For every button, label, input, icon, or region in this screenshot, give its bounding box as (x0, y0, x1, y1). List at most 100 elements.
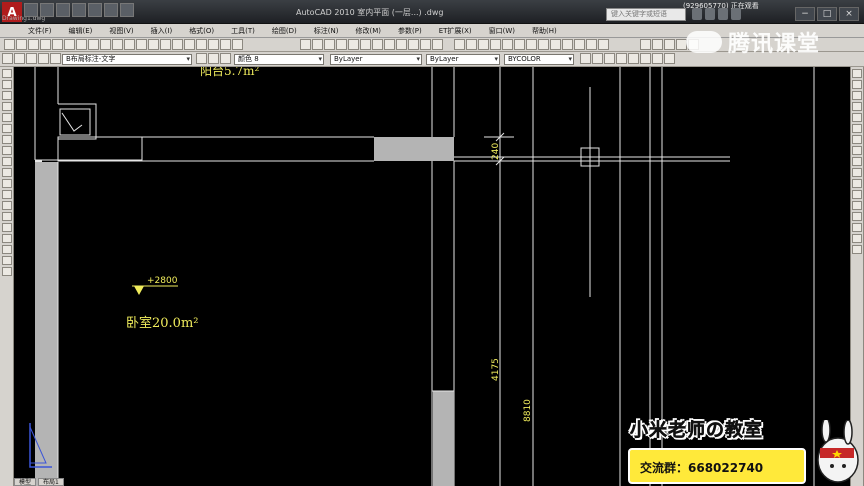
ellipse-arc-icon[interactable] (1, 179, 12, 188)
snap-none-icon[interactable] (586, 39, 597, 50)
spline-icon[interactable] (1, 157, 12, 166)
layer-previous-icon[interactable] (220, 53, 231, 64)
break-at-point-icon[interactable] (852, 190, 862, 199)
trim-icon[interactable] (408, 39, 419, 50)
move-icon[interactable] (852, 124, 862, 133)
publish-icon[interactable] (64, 39, 75, 50)
snap-tangent-icon[interactable] (514, 39, 525, 50)
new-icon[interactable] (4, 39, 15, 50)
snap-nearest-icon[interactable] (574, 39, 585, 50)
tab-layout1[interactable]: 布局1 (38, 478, 64, 486)
sun-icon[interactable] (14, 53, 25, 64)
array-icon[interactable] (852, 113, 862, 122)
menu-draw[interactable]: 绘图(D) (272, 26, 297, 36)
render-icon[interactable] (580, 53, 591, 64)
minimize-button[interactable]: − (795, 7, 815, 21)
open-icon[interactable] (16, 39, 27, 50)
text-icon[interactable] (372, 39, 383, 50)
snap-midpoint-icon[interactable] (466, 39, 477, 50)
menu-file[interactable]: 文件(F) (28, 26, 52, 36)
polyline-icon[interactable] (1, 91, 12, 100)
join-icon[interactable] (852, 212, 862, 221)
plot-icon[interactable] (40, 39, 51, 50)
multiline-text-icon[interactable] (1, 267, 12, 276)
save-icon[interactable] (56, 3, 70, 17)
chamfer-icon[interactable] (852, 223, 862, 232)
line-icon[interactable] (1, 69, 12, 78)
paste-icon[interactable] (100, 39, 111, 50)
polygon-icon[interactable] (1, 102, 12, 111)
materials-icon[interactable] (592, 53, 603, 64)
snap-endpoint-icon[interactable] (454, 39, 465, 50)
snap-intersection-icon[interactable] (478, 39, 489, 50)
arc-icon[interactable] (1, 124, 12, 133)
make-block-icon[interactable] (1, 201, 12, 210)
fillet-icon[interactable] (852, 234, 862, 243)
copy-icon[interactable] (88, 39, 99, 50)
snap-parallel-icon[interactable] (538, 39, 549, 50)
region-icon[interactable] (1, 245, 12, 254)
hatch-icon[interactable] (360, 39, 371, 50)
fillet-icon[interactable] (432, 39, 443, 50)
menu-dimension[interactable]: 标注(N) (314, 26, 339, 36)
dimension-icon[interactable] (384, 39, 395, 50)
maximize-button[interactable]: □ (817, 7, 837, 21)
close-button[interactable]: × (839, 7, 859, 21)
design-center-icon[interactable] (220, 39, 231, 50)
color-dropdown[interactable]: 颜色 8 (234, 54, 324, 65)
extend-icon[interactable] (852, 179, 862, 188)
snap-settings-icon[interactable] (598, 39, 609, 50)
zoom-window-icon[interactable] (184, 39, 195, 50)
lock-icon[interactable] (26, 53, 37, 64)
snap-insert-icon[interactable] (550, 39, 561, 50)
point-icon[interactable] (1, 212, 12, 221)
lightbulb-icon[interactable] (2, 53, 13, 64)
walk-icon[interactable] (652, 53, 663, 64)
trim-icon[interactable] (852, 168, 862, 177)
new-icon[interactable] (24, 3, 38, 17)
menu-insert[interactable]: 插入(I) (151, 26, 173, 36)
lineweight-dropdown[interactable]: ByLayer (426, 54, 500, 65)
break-icon[interactable] (852, 201, 862, 210)
color-swatch-icon[interactable] (38, 53, 49, 64)
make-current-icon[interactable] (196, 53, 207, 64)
save-icon[interactable] (28, 39, 39, 50)
pan-icon[interactable] (160, 39, 171, 50)
snap-perpendicular-icon[interactable] (526, 39, 537, 50)
stretch-icon[interactable] (852, 157, 862, 166)
layer-state-icon[interactable] (652, 39, 663, 50)
menu-tools[interactable]: 工具(T) (231, 26, 255, 36)
menu-view[interactable]: 视图(V) (109, 26, 133, 36)
menu-edit[interactable]: 编辑(E) (69, 26, 93, 36)
favorites-icon[interactable] (718, 8, 728, 20)
menu-parametric[interactable]: 参数(P) (398, 26, 422, 36)
redo-icon[interactable] (148, 39, 159, 50)
snap-quadrant-icon[interactable] (502, 39, 513, 50)
layer-icon[interactable] (50, 53, 61, 64)
redo-icon[interactable] (104, 3, 118, 17)
workspace-icon[interactable] (120, 3, 134, 17)
help-icon[interactable] (731, 8, 741, 20)
insert-block-icon[interactable] (1, 190, 12, 199)
undo-icon[interactable] (88, 3, 102, 17)
snap-center-icon[interactable] (490, 39, 501, 50)
zoom-realtime-icon[interactable] (172, 39, 183, 50)
circle-icon[interactable] (1, 135, 12, 144)
layer-previous-icon[interactable] (664, 39, 675, 50)
sphere-icon[interactable] (616, 53, 627, 64)
polyline-icon[interactable] (312, 39, 323, 50)
rectangle-icon[interactable] (348, 39, 359, 50)
plot-icon[interactable] (72, 3, 86, 17)
table-icon[interactable] (1, 256, 12, 265)
zoom-previous-icon[interactable] (196, 39, 207, 50)
plotstyle-dropdown[interactable]: BYCOLOR (504, 54, 574, 65)
menu-window[interactable]: 窗口(W) (489, 26, 515, 36)
layer-match-icon[interactable] (208, 53, 219, 64)
match-properties-icon[interactable] (112, 39, 123, 50)
properties-icon[interactable] (208, 39, 219, 50)
arc-icon[interactable] (336, 39, 347, 50)
block-editor-icon[interactable] (124, 39, 135, 50)
plot-preview-icon[interactable] (52, 39, 63, 50)
mirror-icon[interactable] (852, 91, 862, 100)
open-icon[interactable] (40, 3, 54, 17)
